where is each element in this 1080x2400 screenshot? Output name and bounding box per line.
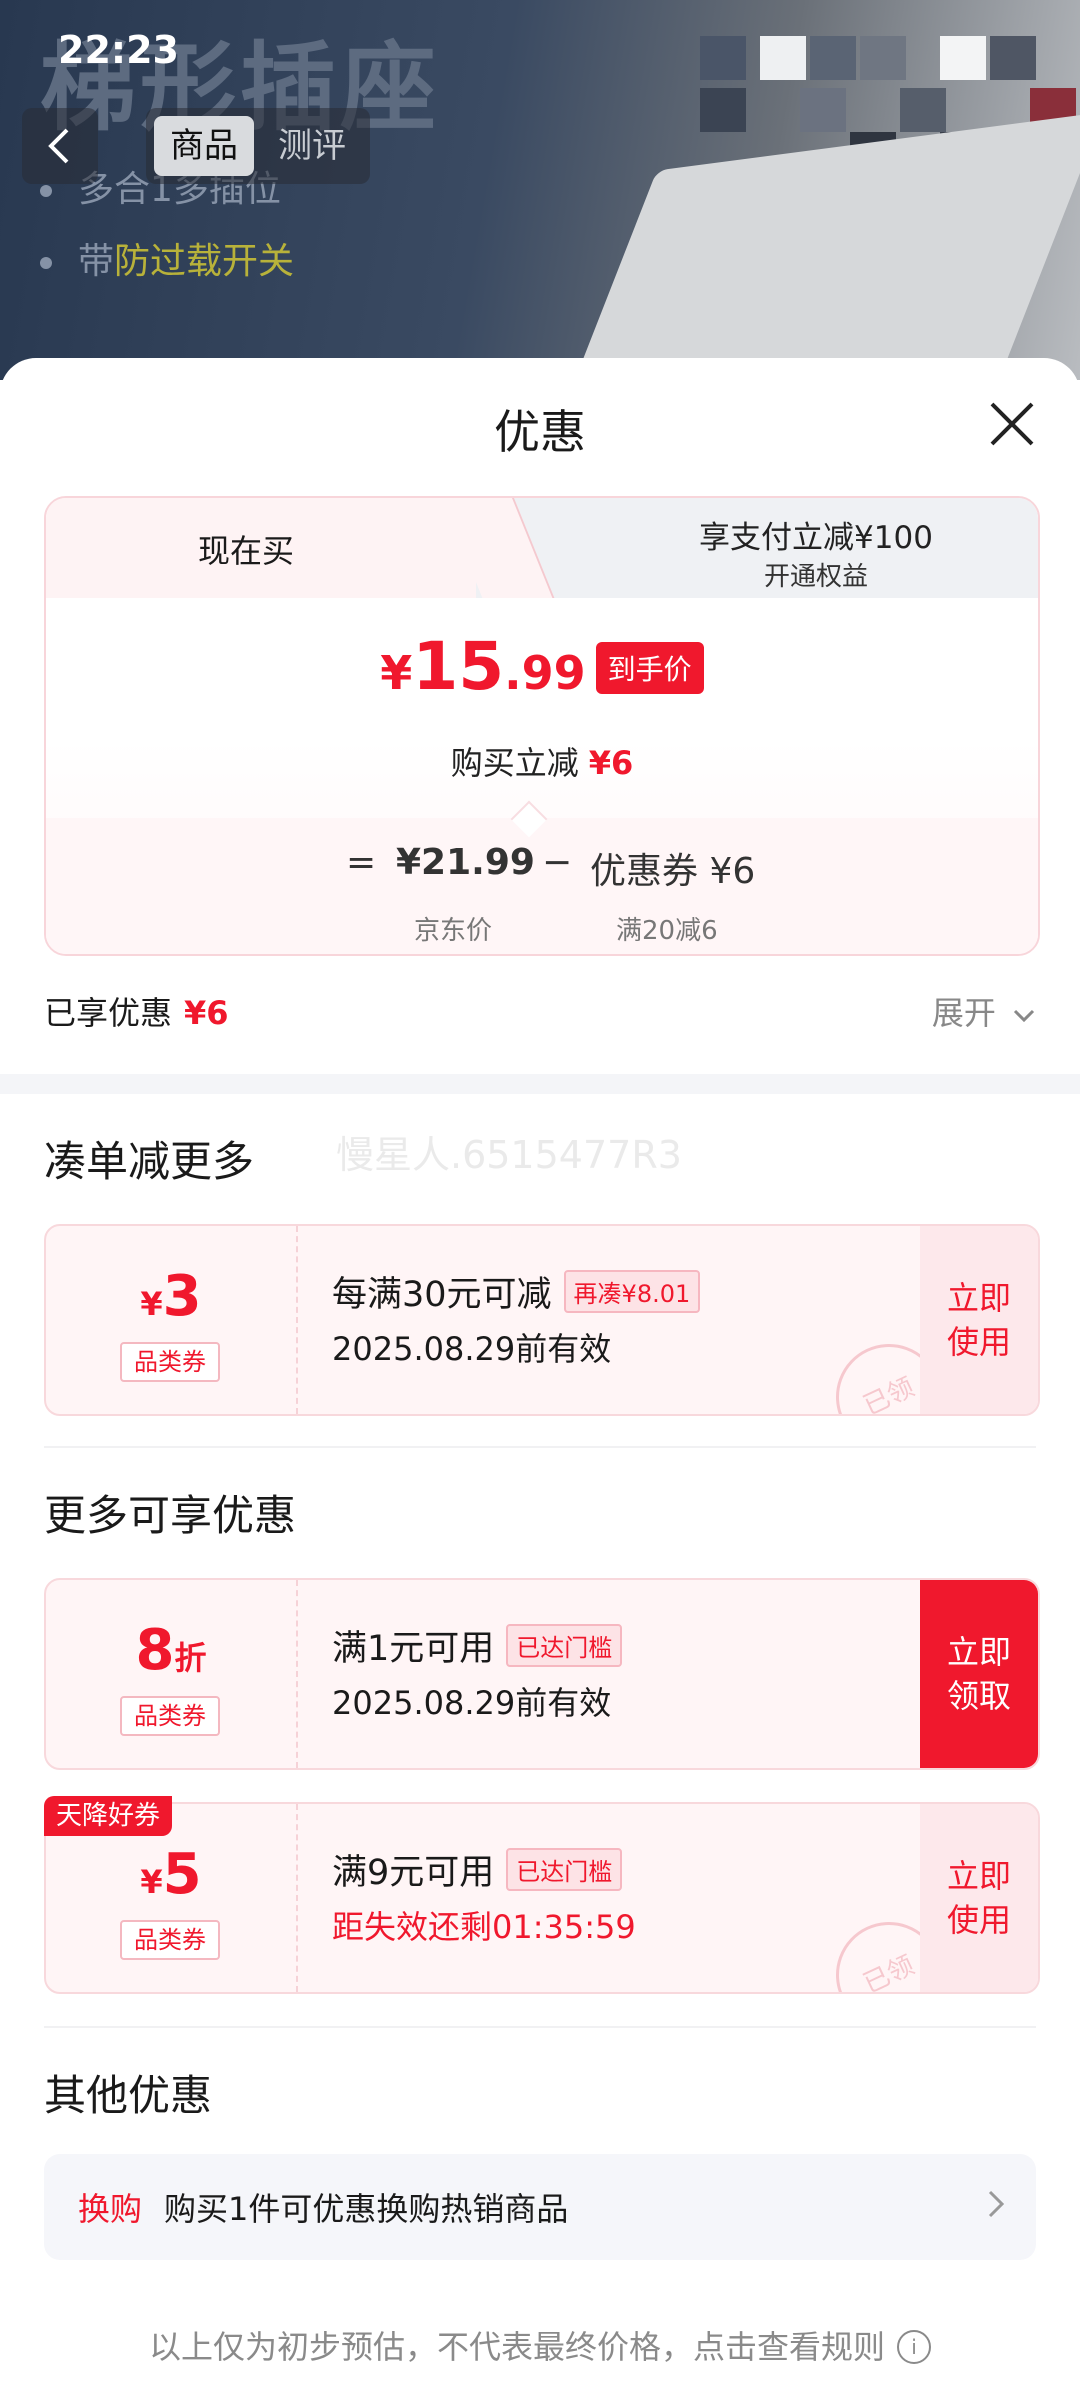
tab-product[interactable]: 商品	[154, 116, 254, 176]
tab-review[interactable]: 测评	[262, 116, 362, 176]
sheet-title: 优惠	[494, 405, 586, 459]
coupon-rule-label: 满20减6	[616, 916, 718, 946]
trade-in-text: 购买1件可优惠换购热销商品	[164, 2190, 569, 2228]
trade-in-row[interactable]: 换购 购买1件可优惠换购热销商品	[44, 2154, 1036, 2260]
discount-coupon: 8折 品类券 满1元可用 已达门槛 2025.08.29前有效 立即领取	[44, 1578, 1040, 1770]
coupon-desc: 满1元可用 已达门槛	[332, 1620, 623, 1671]
use-now-button[interactable]: 立即使用	[920, 1804, 1038, 1992]
coupon-badge: 已达门槛	[506, 1624, 623, 1667]
coupon-amount: ¥5	[140, 1842, 202, 1907]
bundle-section-title: 凑单减更多	[44, 1137, 255, 1186]
coupon-desc: 每满30元可减 再凑¥8.01	[332, 1266, 701, 1317]
other-section-title: 其他优惠	[44, 2071, 213, 2120]
coupon-countdown: 距失效还剩01:35:59	[332, 1908, 636, 1946]
status-time: 22:23	[58, 28, 179, 72]
chevron-left-icon	[48, 128, 69, 164]
coupon-amount: 8折	[135, 1618, 207, 1683]
bundle-coupon: ¥3 品类券 每满30元可减 再凑¥8.01 2025.08.29前有效 已领 立…	[44, 1224, 1040, 1416]
purchase-reduction: 购买立减 ¥6	[450, 744, 634, 782]
thin-divider	[44, 1446, 1036, 1448]
tab-pay-sub-label: 开通权益	[763, 562, 868, 592]
more-section-title: 更多可享优惠	[44, 1491, 297, 1540]
coupon-desc: 满9元可用 已达门槛	[332, 1844, 623, 1895]
sky-coupon-tag: 天降好券	[44, 1796, 173, 1836]
product-image-header: 梯形插座 多合1多插位 带防过载开关 22:23 商品 测评	[0, 0, 1080, 380]
coupon-type: 品类券	[120, 1696, 220, 1736]
product-plug-image	[556, 112, 1080, 380]
use-now-button[interactable]: 立即使用	[920, 1226, 1038, 1414]
watermark: 慢星人.6515477R3	[336, 1133, 682, 1177]
discount-sheet: 优惠 现在买 享支付立减¥100 开通权益 ¥15.99 到手价 购买立减 ¥6 =…	[0, 358, 1080, 2400]
hero-feature-2: 带防过载开关	[40, 232, 294, 284]
tab-buy-now-label: 现在买	[197, 532, 294, 570]
enjoyed-discount: 已享优惠 ¥6	[44, 994, 229, 1032]
jd-price-label: 京东价	[414, 916, 493, 946]
chevron-down-icon	[1013, 1009, 1035, 1023]
coupon-date: 2025.08.29前有效	[332, 1330, 612, 1368]
coupon-badge: 已达门槛	[506, 1848, 623, 1891]
final-price: ¥15.99 到手价	[46, 628, 1038, 705]
tab-pay-label: 享支付立减¥100	[699, 520, 933, 556]
final-price-tag: 到手价	[595, 642, 704, 694]
footer-note[interactable]: 以上仅为初步预估，不代表最终价格，点击查看规则 i	[0, 2322, 1080, 2368]
info-icon: i	[897, 2330, 931, 2364]
chevron-right-icon	[988, 2190, 1005, 2218]
price-body: ¥15.99 到手价 购买立减 ¥6 = ¥21.99 − 优惠券 ¥6 京东价 满…	[46, 598, 1038, 954]
close-button[interactable]	[984, 396, 1040, 452]
back-button[interactable]	[22, 108, 98, 184]
close-icon	[990, 402, 1034, 446]
formula-equals: =	[346, 842, 377, 883]
coupon-badge: 再凑¥8.01	[563, 1270, 701, 1313]
claim-now-button[interactable]: 立即领取	[920, 1580, 1038, 1768]
thin-divider	[44, 2026, 1036, 2028]
jd-price: ¥21.99	[396, 842, 535, 883]
product-review-switch: 商品 测评	[146, 108, 370, 184]
price-card: 现在买 享支付立减¥100 开通权益 ¥15.99 到手价 购买立减 ¥6 = ¥2…	[44, 496, 1040, 956]
expand-button[interactable]: 展开	[932, 988, 1036, 1034]
section-divider	[0, 1074, 1080, 1094]
trade-in-tag: 换购	[78, 2190, 143, 2228]
coupon-date: 2025.08.29前有效	[332, 1684, 612, 1722]
coupon-amount: ¥3	[140, 1264, 202, 1329]
coupon-type: 品类券	[120, 1920, 220, 1960]
formula-minus: −	[542, 842, 573, 883]
sky-coupon: ¥5 品类券 满9元可用 已达门槛 距失效还剩01:35:59 已领 立即使用	[44, 1802, 1040, 1994]
coupon-deduction: 优惠券 ¥6	[590, 851, 756, 892]
coupon-type: 品类券	[120, 1342, 220, 1382]
